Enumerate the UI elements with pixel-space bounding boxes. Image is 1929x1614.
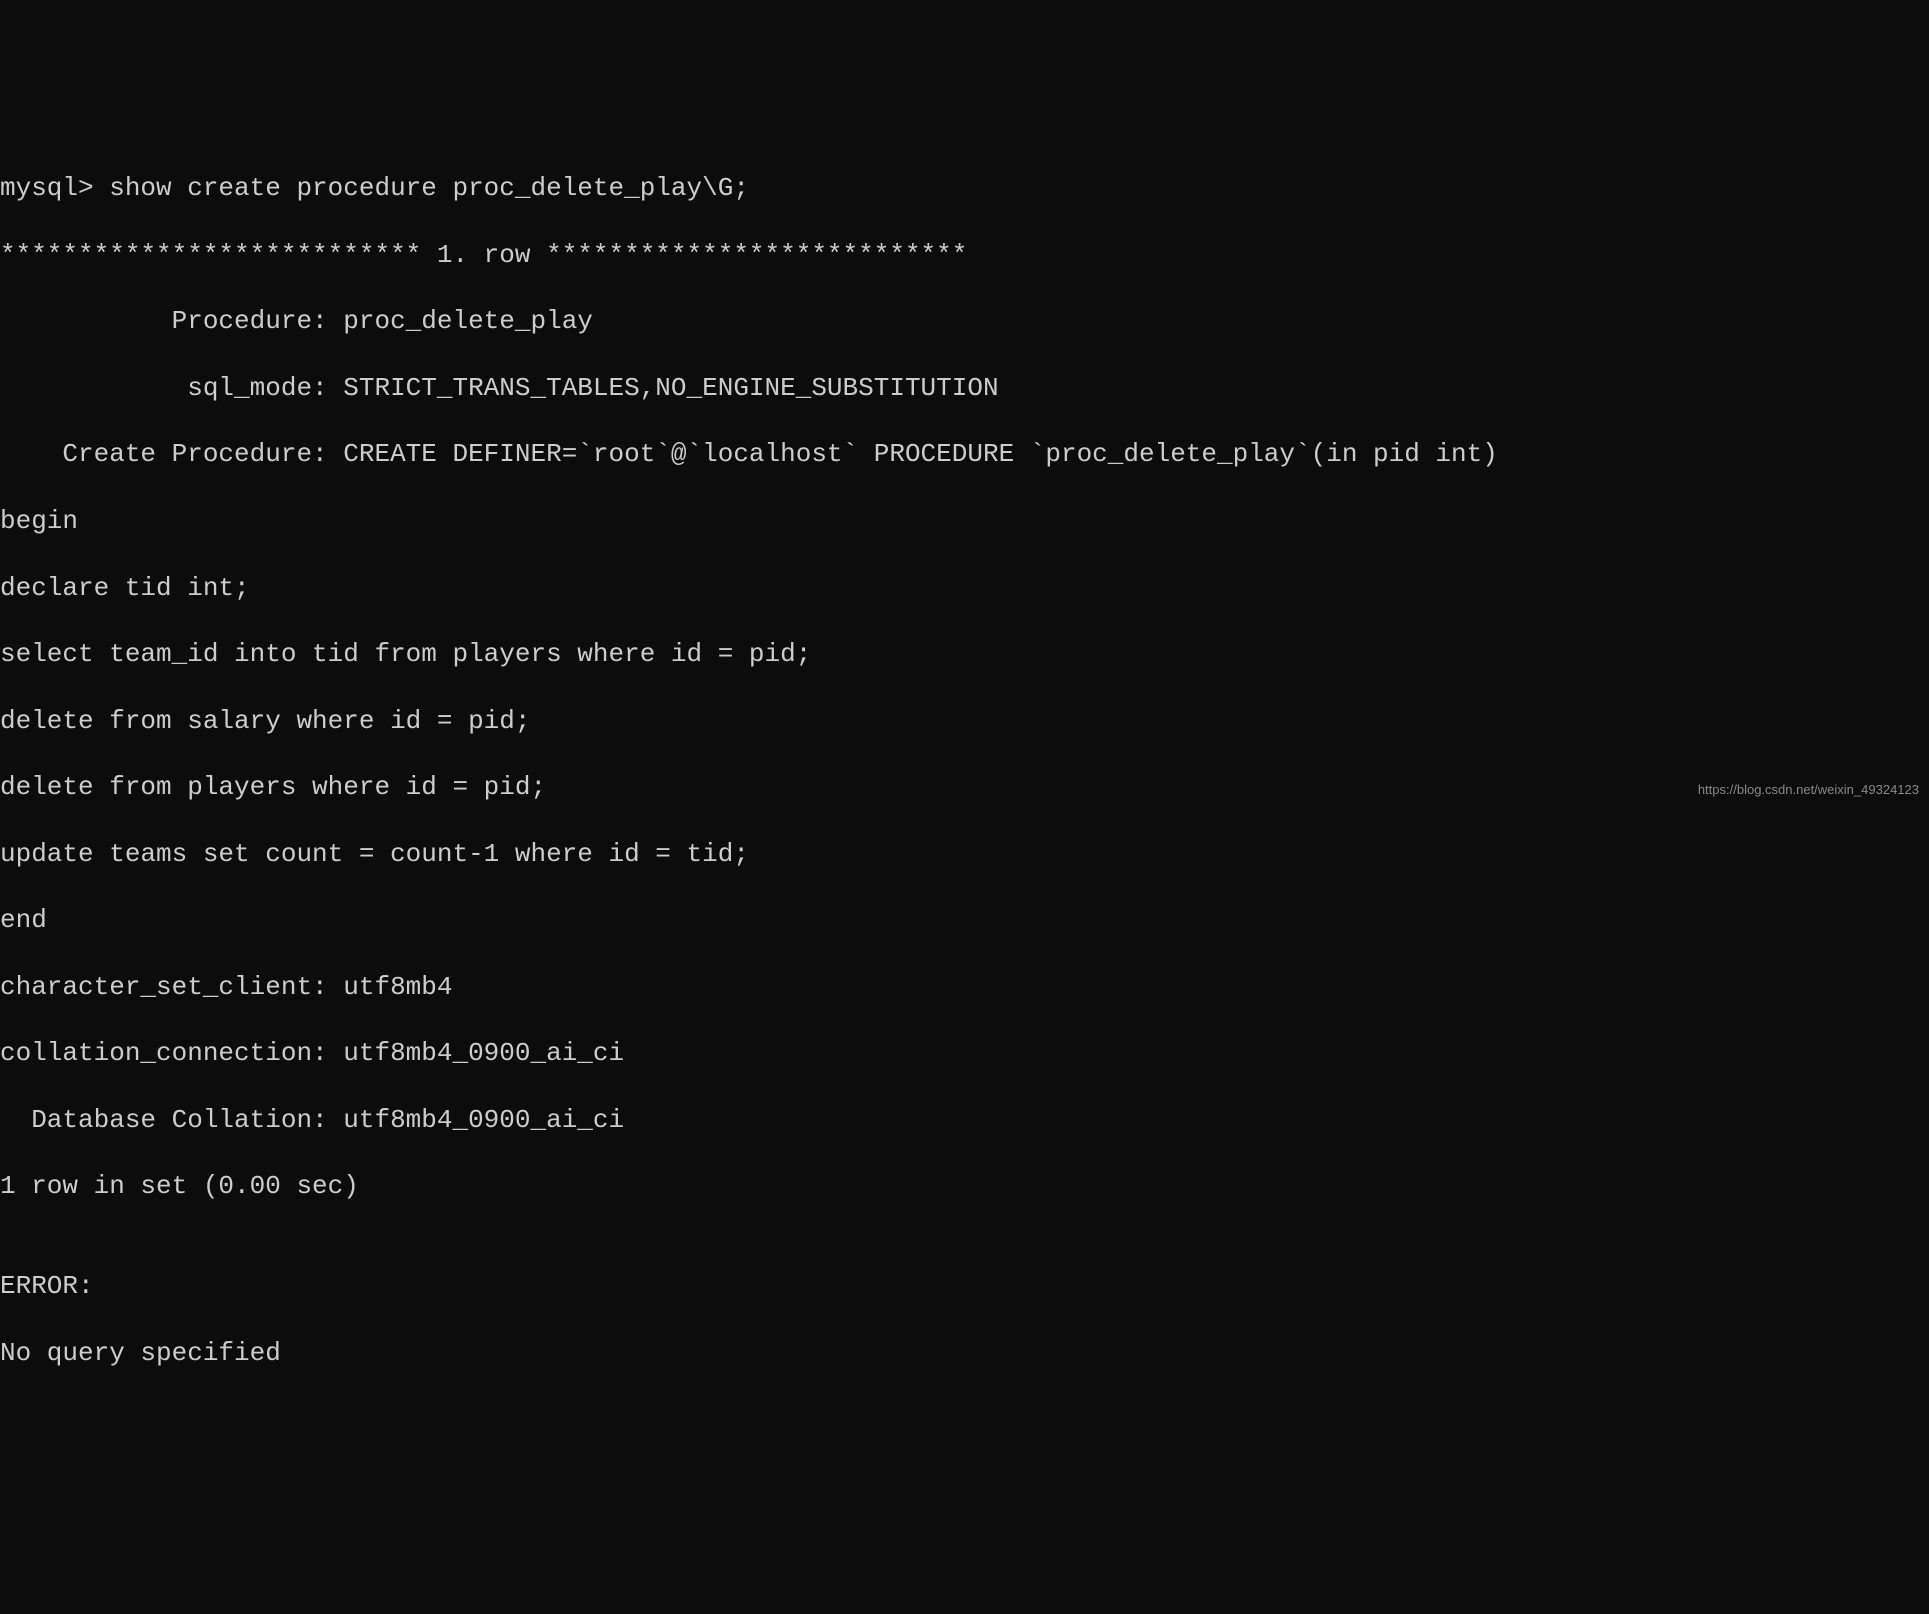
procedure-body-declare: declare tid int; [0, 572, 1929, 605]
watermark-text: https://blog.csdn.net/weixin_49324123 [1698, 782, 1919, 799]
procedure-body-begin: begin [0, 505, 1929, 538]
error-label: ERROR: [0, 1270, 1929, 1303]
sql-mode-field: sql_mode: STRICT_TRANS_TABLES,NO_ENGINE_… [0, 372, 1929, 405]
procedure-body-delete-players: delete from players where id = pid; [0, 771, 1929, 804]
procedure-body-end: end [0, 904, 1929, 937]
error-message: No query specified [0, 1337, 1929, 1370]
database-collation-field: Database Collation: utf8mb4_0900_ai_ci [0, 1104, 1929, 1137]
collation-connection-field: collation_connection: utf8mb4_0900_ai_ci [0, 1037, 1929, 1070]
procedure-body-select: select team_id into tid from players whe… [0, 638, 1929, 671]
prompt-line: mysql> show create procedure proc_delete… [0, 172, 1929, 205]
mysql-terminal-output: mysql> show create procedure proc_delete… [0, 133, 1929, 1403]
character-set-client-field: character_set_client: utf8mb4 [0, 971, 1929, 1004]
procedure-field: Procedure: proc_delete_play [0, 305, 1929, 338]
create-procedure-field: Create Procedure: CREATE DEFINER=`root`@… [0, 438, 1929, 471]
row-count-status: 1 row in set (0.00 sec) [0, 1170, 1929, 1203]
procedure-body-update: update teams set count = count-1 where i… [0, 838, 1929, 871]
row-separator: *************************** 1. row *****… [0, 239, 1929, 272]
procedure-body-delete-salary: delete from salary where id = pid; [0, 705, 1929, 738]
